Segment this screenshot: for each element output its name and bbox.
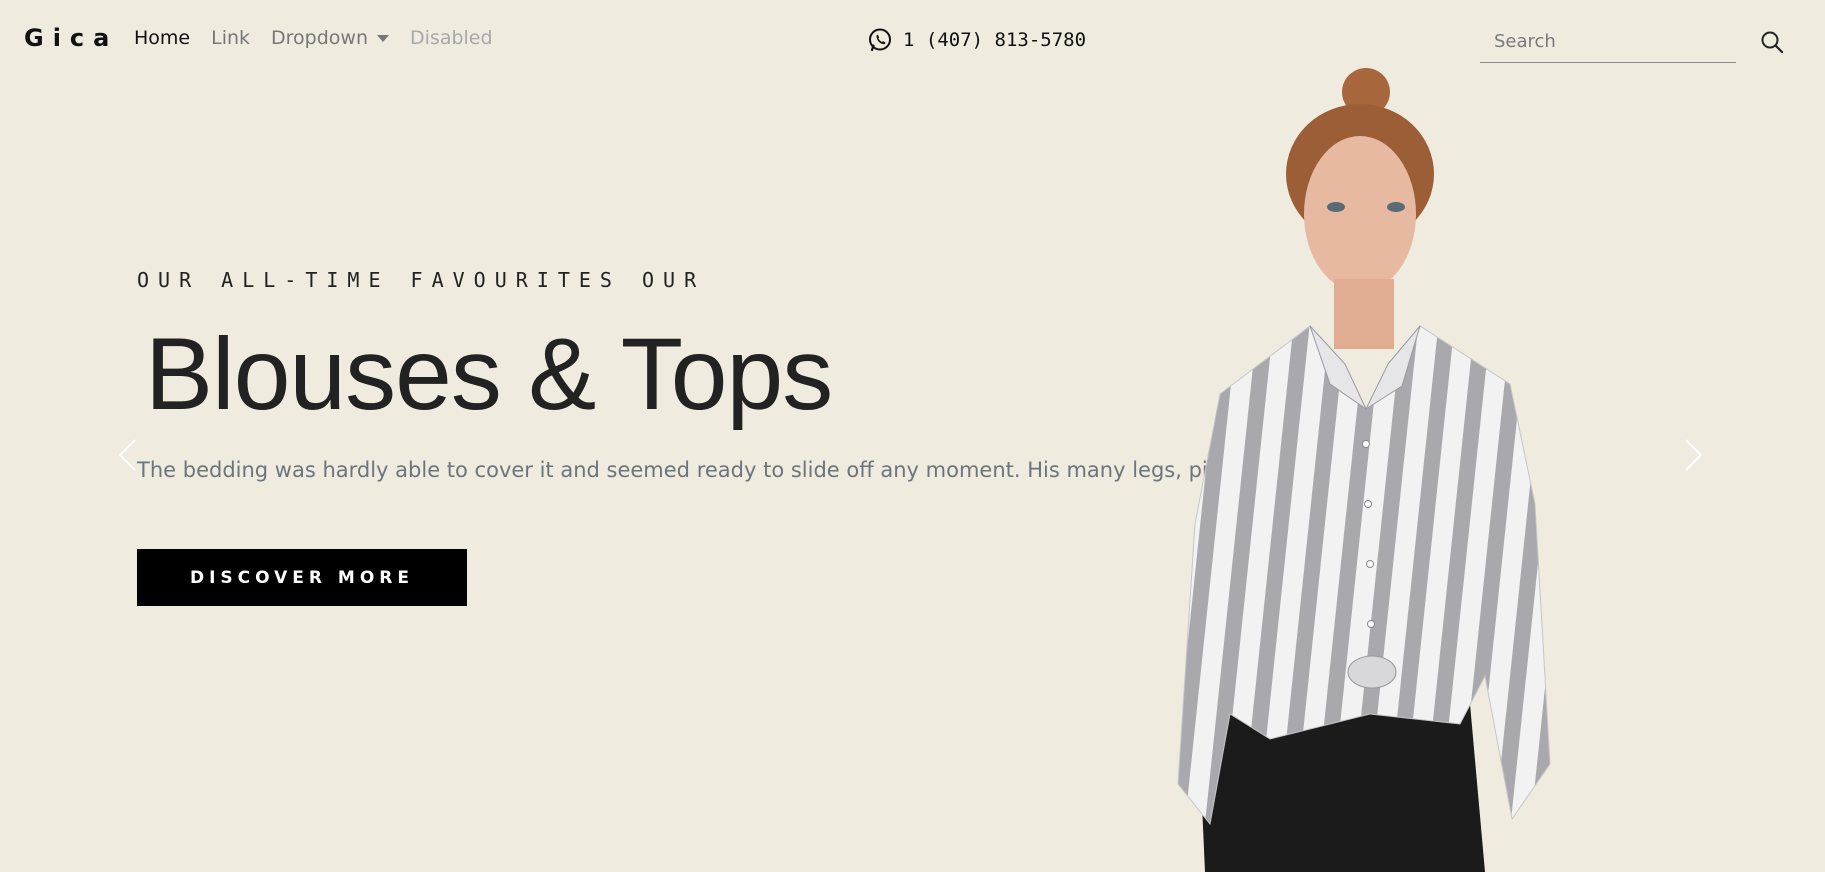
nav-links: Home Link Dropdown Disabled xyxy=(134,27,514,49)
nav-link-link[interactable]: Link xyxy=(211,27,250,49)
search-input[interactable] xyxy=(1480,20,1736,62)
model-image xyxy=(1177,68,1551,872)
hero-eyebrow: OUR ALL-TIME FAVOURITES OUR xyxy=(137,268,706,292)
search-field xyxy=(1480,20,1736,63)
chevron-right-icon[interactable] xyxy=(1681,437,1705,473)
nav-dropdown-label: Dropdown xyxy=(271,27,369,49)
chevron-left-icon[interactable] xyxy=(116,437,140,473)
whatsapp-icon xyxy=(869,28,891,52)
hero-title: Blouses & Tops xyxy=(145,317,833,431)
brand-logo[interactable]: Gica xyxy=(24,24,118,52)
nav-link-disabled: Disabled xyxy=(410,27,493,49)
search-icon[interactable] xyxy=(1758,28,1786,56)
nav-dropdown[interactable]: Dropdown xyxy=(271,27,390,49)
caret-down-icon xyxy=(377,34,390,42)
discover-more-button[interactable]: DISCOVER MORE xyxy=(137,549,467,606)
phone-number: 1 (407) 813-5780 xyxy=(903,29,1087,51)
hero-description: The bedding was hardly able to cover it … xyxy=(137,458,1216,482)
phone-contact[interactable]: 1 (407) 813-5780 xyxy=(867,27,1086,53)
nav-link-home[interactable]: Home xyxy=(134,27,190,49)
